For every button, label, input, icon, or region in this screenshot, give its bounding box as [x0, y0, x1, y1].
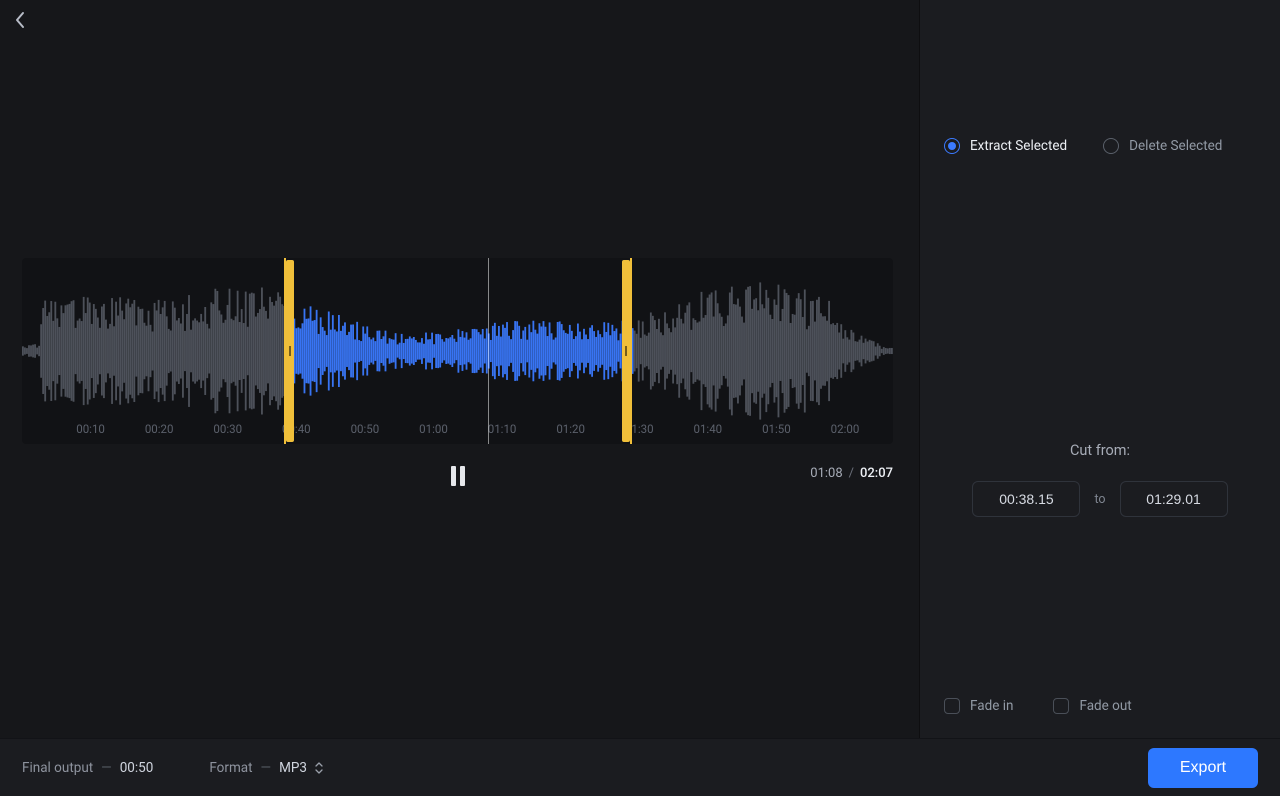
ruler-tick: 00:20	[145, 422, 174, 436]
format-value: MP3	[279, 760, 307, 776]
ruler-tick: 01:50	[762, 422, 791, 436]
chevron-left-icon	[14, 11, 26, 29]
dash: —	[261, 760, 272, 776]
radio-delete-selected[interactable]: Delete Selected	[1103, 138, 1222, 154]
format-select[interactable]: Format — MP3	[209, 760, 323, 776]
dash: —	[101, 760, 112, 776]
waveform[interactable]: 00:1000:2000:3000:4000:5001:0001:1001:20…	[22, 258, 893, 444]
pause-icon	[450, 466, 466, 486]
selection-handle-left[interactable]	[286, 260, 294, 442]
footer: Final output — 00:50 Format — MP3 Export	[0, 738, 1280, 796]
sidebar: Extract Selected Delete Selected Cut fro…	[920, 0, 1280, 738]
cut-from-block: Cut from: to	[944, 442, 1256, 517]
checkbox-fade-in[interactable]: Fade in	[944, 698, 1013, 714]
fade-out-label: Fade out	[1079, 698, 1131, 714]
ruler-tick: 00:10	[76, 422, 105, 436]
time-sep: /	[849, 466, 854, 481]
play-pause-button[interactable]	[441, 459, 475, 493]
export-button[interactable]: Export	[1148, 748, 1258, 788]
radio-extract-selected[interactable]: Extract Selected	[944, 138, 1067, 154]
editor-main: 00:1000:2000:3000:4000:5001:0001:1001:20…	[0, 0, 920, 738]
checkbox-fade-out[interactable]: Fade out	[1053, 698, 1131, 714]
back-button[interactable]	[6, 6, 34, 34]
cut-from-label: Cut from:	[944, 442, 1256, 459]
final-output-value: 00:50	[120, 760, 154, 776]
cut-to-label: to	[1094, 492, 1105, 507]
radio-dot-icon	[944, 138, 960, 154]
playhead[interactable]	[488, 258, 489, 444]
selection-handle-right[interactable]	[622, 260, 630, 442]
checkbox-icon	[944, 698, 960, 714]
checkbox-icon	[1053, 698, 1069, 714]
updown-caret-icon	[315, 762, 323, 774]
ruler-tick: 01:40	[693, 422, 722, 436]
radio-dot-icon	[1103, 138, 1119, 154]
current-time: 01:08	[810, 466, 842, 481]
cut-from-start-input[interactable]	[972, 481, 1080, 517]
total-time: 02:07	[860, 466, 893, 481]
time-readout: 01:08 / 02:07	[810, 466, 893, 481]
export-label: Export	[1180, 759, 1226, 777]
ruler-tick: 02:00	[831, 422, 860, 436]
radio-extract-label: Extract Selected	[970, 138, 1067, 154]
final-output-readout: Final output — 00:50	[22, 760, 153, 776]
radio-delete-label: Delete Selected	[1129, 138, 1222, 154]
fade-in-label: Fade in	[970, 698, 1013, 714]
final-output-label: Final output	[22, 760, 93, 776]
selection-region[interactable]	[284, 258, 633, 444]
format-label: Format	[209, 760, 252, 776]
ruler-tick: 00:30	[213, 422, 242, 436]
cut-from-end-input[interactable]	[1120, 481, 1228, 517]
